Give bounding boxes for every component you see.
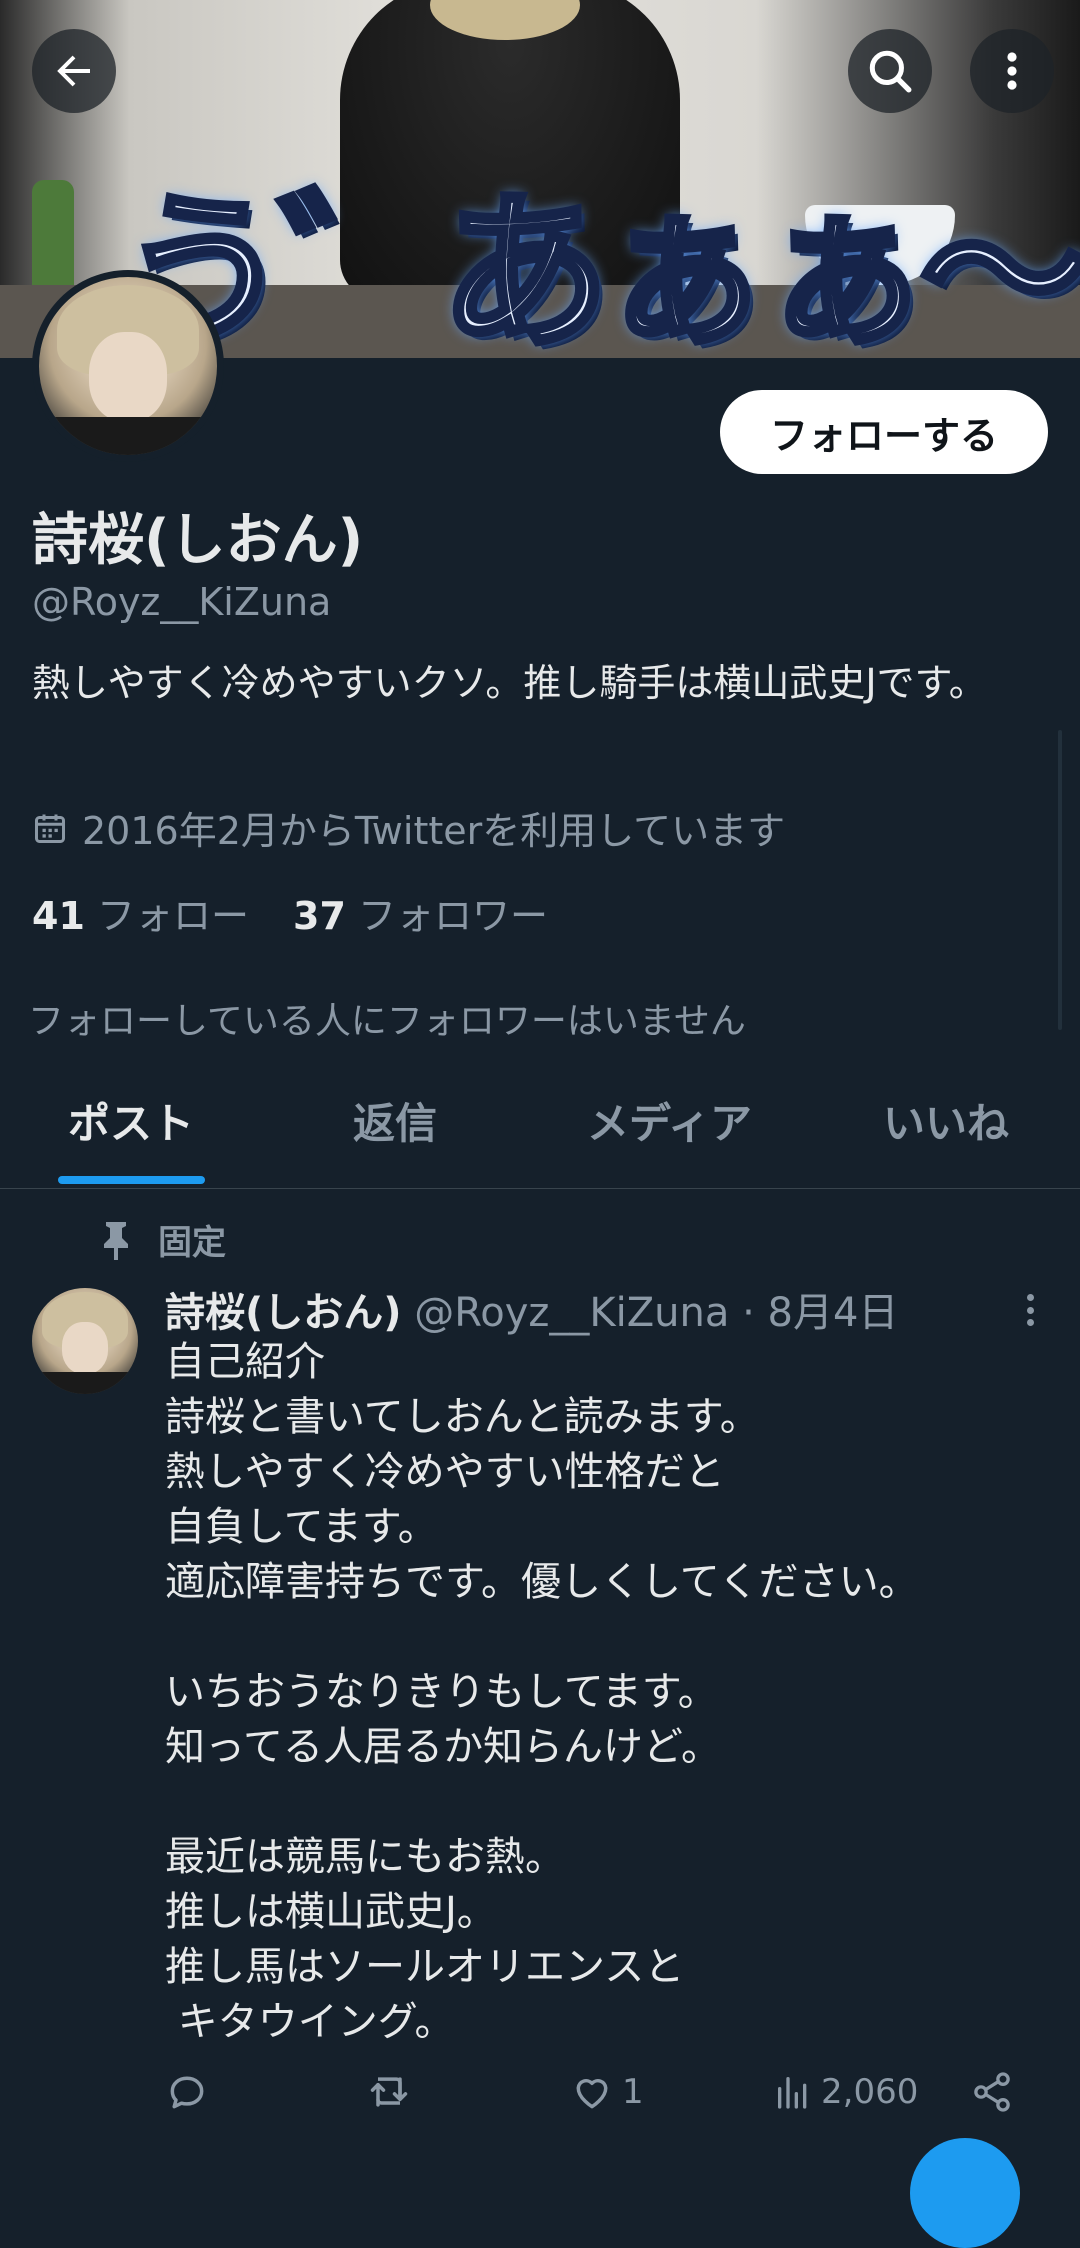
profile-tabs: ポスト 返信 メディア いいね [0, 1090, 1080, 1189]
followers-label: フォロワー [357, 894, 548, 938]
repost-button[interactable] [365, 2070, 413, 2114]
dot-icon [1026, 1306, 1034, 1314]
mutual-followers-note: フォローしている人にフォロワーはいません [28, 1001, 746, 1042]
pinned-label: 固定 [158, 1223, 226, 1263]
calendar-icon [35, 814, 65, 843]
reply-button[interactable] [165, 2070, 209, 2114]
avatar-face [89, 332, 167, 422]
avatar-image [39, 277, 217, 455]
active-tab-indicator [58, 1176, 205, 1184]
joined-text: 2016年2月からTwitterを利用しています [82, 809, 786, 853]
post-author-name[interactable]: 詩桜(しおん) [165, 1290, 402, 1336]
profile-avatar[interactable] [32, 270, 224, 462]
following-label: フォロー [96, 894, 249, 938]
view-count: 2,060 [821, 2072, 919, 2112]
profile-handle: @Royz__KiZuna [32, 580, 332, 624]
profile-display-name: 詩桜(しおん) [32, 508, 364, 573]
profile-joined: 2016年2月からTwitterを利用しています [32, 800, 785, 855]
profile-bio: 熱しやすく冷めやすいクソ。推し騎手は横山武史Jです。 [32, 661, 987, 705]
arrow-left-icon [57, 55, 90, 87]
analytics-icon [778, 2077, 807, 2109]
avatar-shirt [39, 417, 217, 455]
following-count: 41 [32, 894, 85, 938]
post-author-avatar[interactable] [32, 1288, 138, 1394]
share-button[interactable] [970, 2070, 1014, 2114]
search-button[interactable] [848, 29, 932, 113]
follow-counts: 41 フォロー 37 フォロワー [32, 885, 548, 940]
follow-button[interactable]: フォローする [720, 390, 1048, 474]
post-actions: 1 2,060 [165, 2070, 1035, 2130]
pin-icon [104, 1221, 128, 1260]
tab-media[interactable]: メディア [587, 1090, 752, 1188]
post-avatar-shirt [32, 1372, 138, 1394]
reply-icon [170, 2076, 204, 2109]
share-icon [974, 2072, 1010, 2112]
following-link[interactable]: 41 フォロー [32, 885, 249, 940]
pinned-indicator: 固定 [100, 1215, 226, 1264]
like-button[interactable]: 1 [570, 2070, 644, 2114]
followers-link[interactable]: 37 フォロワー [293, 885, 548, 940]
post-text: 自己紹介 詩桜と書いてしおんと読みます。 熱しやすく冷めやすい性格だと 自負して… [165, 1339, 919, 2045]
followers-count: 37 [293, 894, 346, 938]
search-icon [869, 50, 912, 93]
banner-caption: う゛あぁぁ〜 [117, 170, 1080, 358]
scrollbar[interactable] [1058, 730, 1062, 1030]
more-options-button[interactable] [970, 29, 1054, 113]
tab-likes[interactable]: いいね [883, 1090, 1009, 1188]
like-count: 1 [622, 2072, 644, 2112]
tab-replies[interactable]: 返信 [353, 1090, 437, 1188]
dot-icon [1026, 1294, 1034, 1301]
compose-post-button[interactable] [910, 2138, 1020, 2248]
dot-icon [1026, 1319, 1034, 1326]
post-more-button[interactable] [1015, 1290, 1045, 1330]
post-avatar-face [62, 1322, 108, 1374]
tab-posts[interactable]: ポスト [68, 1090, 194, 1188]
post-meta[interactable]: @Royz__KiZuna · 8月4日 [414, 1290, 898, 1336]
repost-icon [370, 2077, 408, 2107]
heart-icon [576, 2079, 608, 2109]
more-vertical-icon [1007, 52, 1017, 90]
views-button[interactable]: 2,060 [773, 2070, 918, 2114]
post-header: 詩桜(しおん) @Royz__KiZuna · 8月4日 [165, 1280, 898, 1338]
back-button[interactable] [32, 29, 116, 113]
